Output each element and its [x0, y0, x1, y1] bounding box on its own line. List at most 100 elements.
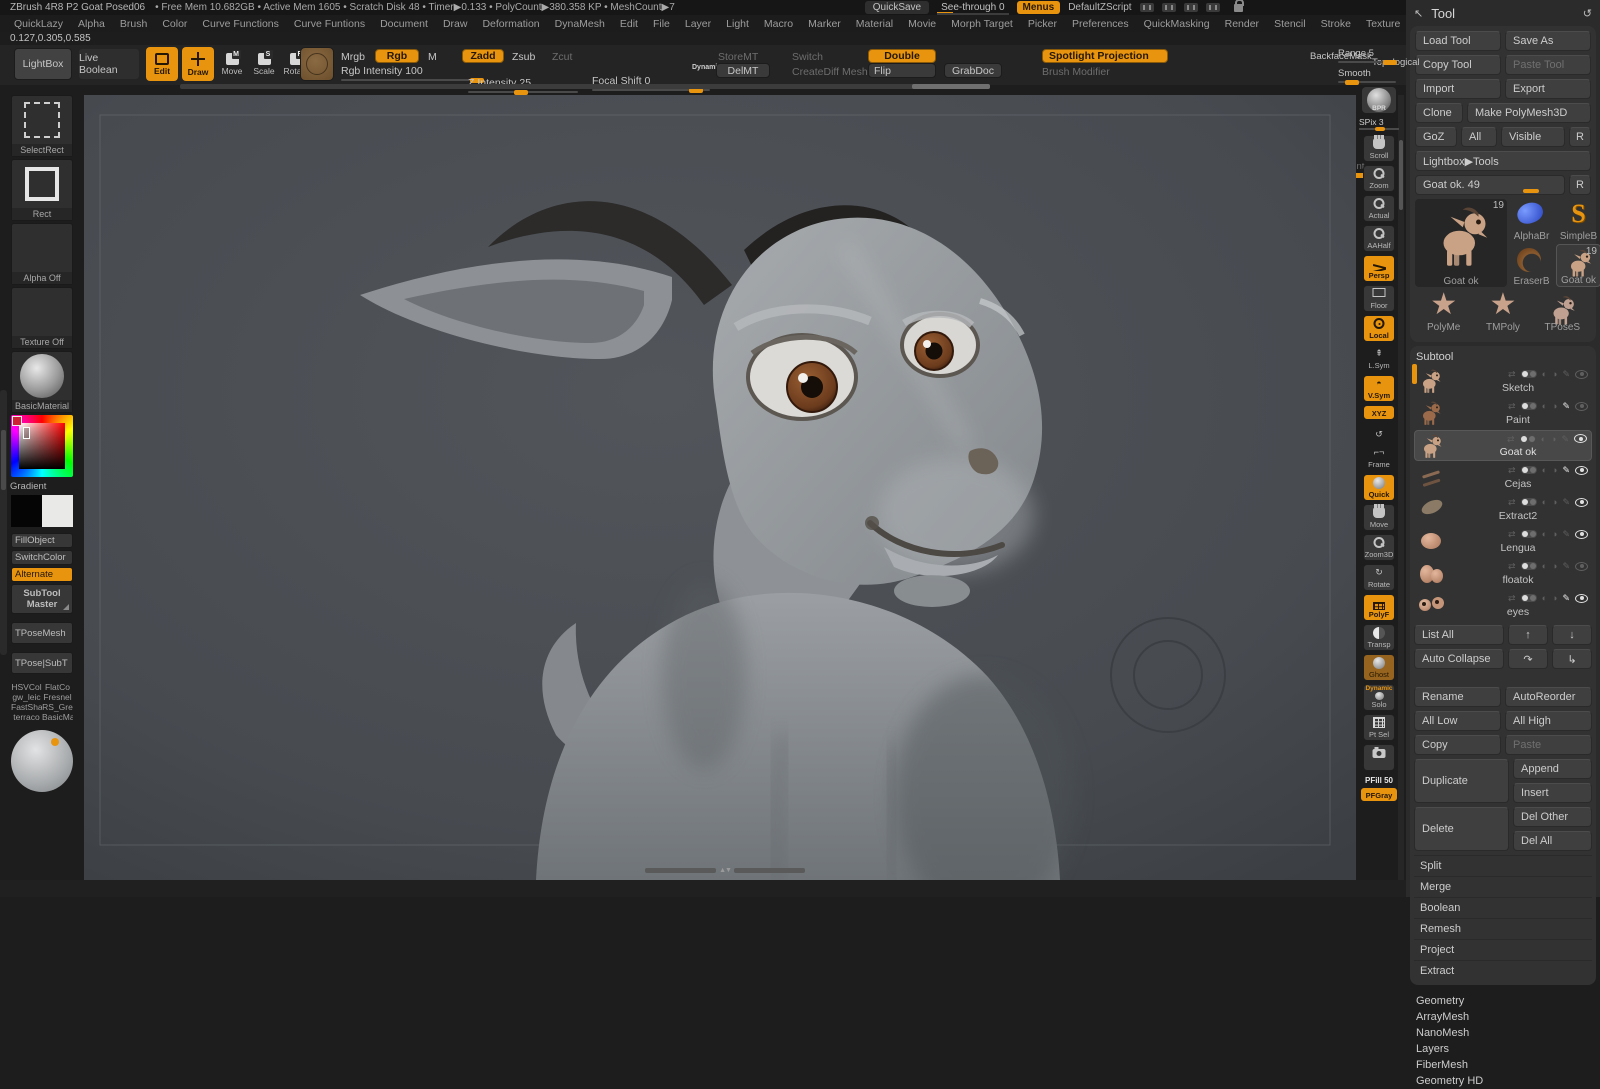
collapse-right-icon[interactable] — [1162, 3, 1176, 12]
switchcolor-button[interactable]: SwitchColor — [11, 550, 73, 565]
difference-toggle-icon[interactable]: ◑ — [1552, 529, 1557, 539]
texture-selector[interactable]: Texture Off — [11, 287, 73, 349]
spin-button[interactable]: ↺ — [1363, 423, 1395, 441]
current-brush-preview[interactable] — [300, 47, 334, 81]
tool-thumb-tmpoly[interactable]: ★ TMPoly — [1474, 291, 1531, 333]
gradient-label[interactable]: Gradient — [10, 481, 46, 492]
pfgray-button[interactable]: PFGray — [1360, 787, 1398, 802]
difference-toggle-icon[interactable]: ◑ — [1552, 401, 1557, 411]
tposemesh-button[interactable]: TPoseMesh — [11, 622, 73, 644]
menu-layer[interactable]: Layer — [685, 18, 711, 30]
menu-alpha[interactable]: Alpha — [78, 18, 105, 30]
subtool-row-eyes[interactable]: ⇄ ◐ ◑ ✎ eyes — [1414, 590, 1592, 621]
delmt-button[interactable]: DelMT — [716, 63, 770, 78]
extract-section[interactable]: Extract — [1414, 960, 1592, 981]
divider-arrows-icon[interactable]: ▲▼ — [719, 867, 731, 874]
difference-toggle-icon[interactable]: ◑ — [1551, 434, 1556, 444]
menu-quickmasking[interactable]: QuickMasking — [1144, 18, 1210, 30]
floor-button[interactable]: Floor — [1363, 285, 1395, 312]
eye-visibility-icon[interactable] — [1575, 370, 1588, 379]
collapse-panel-icon[interactable]: ↖ — [1414, 7, 1423, 20]
tposesubt-button[interactable]: TPose|SubT — [11, 652, 73, 674]
eye-visibility-icon[interactable] — [1575, 594, 1588, 603]
local-button[interactable]: Local — [1363, 315, 1395, 342]
menu-dynamesh[interactable]: DynaMesh — [555, 18, 605, 30]
frame-button[interactable]: ⌐¬Frame — [1363, 444, 1395, 471]
rgb-intensity-slider[interactable]: Rgb Intensity 100 — [341, 65, 481, 77]
difference-toggle-icon[interactable]: ◑ — [1552, 561, 1557, 571]
fibermesh-section[interactable]: FiberMesh — [1416, 1057, 1590, 1073]
goz-all-button[interactable]: All — [1461, 127, 1497, 147]
material-gw-leic[interactable]: gw_leic — [11, 692, 42, 702]
mrgb-button[interactable]: Mrgb — [341, 51, 365, 63]
lock-icon[interactable] — [1234, 4, 1243, 12]
menu-texture[interactable]: Texture — [1366, 18, 1400, 30]
rgb-button[interactable]: Rgb — [375, 49, 419, 63]
flip-visibility-icon[interactable]: ⇄ — [1508, 593, 1516, 603]
paint-toggle-icon[interactable]: ✎ — [1562, 529, 1570, 539]
difference-toggle-icon[interactable]: ◑ — [1552, 465, 1557, 475]
goz-button[interactable]: GoZ — [1415, 127, 1457, 147]
eye-visibility-icon[interactable] — [1575, 466, 1588, 475]
vsym-button[interactable]: ◓V.Sym — [1363, 375, 1395, 402]
rename-button[interactable]: Rename — [1414, 687, 1501, 707]
duplicate-arrow-button[interactable]: ↷ — [1508, 649, 1548, 669]
polypaint-toggle-icon[interactable] — [1521, 370, 1537, 378]
copy-tool-button[interactable]: Copy Tool — [1415, 55, 1501, 75]
zoom3d-button[interactable]: Zoom3D — [1363, 534, 1395, 561]
del-all-button[interactable]: Del All — [1513, 831, 1592, 851]
polypaint-toggle-icon[interactable] — [1521, 530, 1537, 538]
del-other-button[interactable]: Del Other — [1513, 807, 1592, 827]
canvas-top-divider[interactable] — [180, 84, 990, 89]
lightbox-tools-button[interactable]: Lightbox▶Tools — [1415, 151, 1591, 171]
eye-visibility-icon[interactable] — [1575, 562, 1588, 571]
flip-visibility-icon[interactable]: ⇄ — [1508, 401, 1516, 411]
menu-file[interactable]: File — [653, 18, 670, 30]
flip-visibility-icon[interactable]: ⇄ — [1507, 434, 1515, 444]
merge-section[interactable]: Merge — [1414, 876, 1592, 897]
menu-document[interactable]: Document — [380, 18, 428, 30]
subtool-row-sketch[interactable]: ⇄ ◐ ◑ ✎ Sketch — [1414, 366, 1592, 397]
uv-toggle-icon[interactable]: ◐ — [1542, 497, 1547, 507]
subtool-down-button[interactable]: ↓ — [1552, 625, 1592, 645]
menu-morph-target[interactable]: Morph Target — [951, 18, 1013, 30]
subtool-row-cejas[interactable]: ⇄ ◐ ◑ ✎ Cejas — [1414, 462, 1592, 493]
scale-mode-button[interactable]: S Scale — [248, 47, 280, 81]
menu-picker[interactable]: Picker — [1028, 18, 1057, 30]
subtool-up-button[interactable]: ↑ — [1508, 625, 1548, 645]
stroke-selector[interactable]: SelectRect — [11, 95, 73, 157]
secondary-color-swatch[interactable] — [42, 495, 73, 527]
subtool-header[interactable]: Subtool — [1414, 350, 1592, 366]
geometry-section[interactable]: Geometry — [1416, 993, 1590, 1009]
load-tool-button[interactable]: Load Tool — [1415, 31, 1501, 51]
paint-toggle-icon[interactable]: ✎ — [1561, 434, 1569, 444]
eye-visibility-icon[interactable] — [1575, 498, 1588, 507]
current-tool-thumbnail[interactable]: 19 Goat ok — [1415, 199, 1507, 287]
subtool-row-extract2[interactable]: ⇄ ◐ ◑ ✎ Extract2 — [1414, 494, 1592, 525]
duplicate-button[interactable]: Duplicate — [1414, 759, 1509, 803]
creatediff-mesh-button[interactable]: CreateDiff Mesh — [792, 66, 868, 78]
difference-toggle-icon[interactable]: ◑ — [1552, 497, 1557, 507]
zadd-button[interactable]: Zadd — [462, 49, 504, 63]
polypaint-toggle-icon[interactable] — [1521, 466, 1537, 474]
current-material-preview[interactable] — [11, 730, 73, 792]
material-basicma[interactable]: BasicMa — [42, 712, 73, 722]
grabdoc-button[interactable]: GrabDoc — [944, 63, 1002, 78]
uv-toggle-icon[interactable]: ◐ — [1542, 529, 1547, 539]
collapse-left-icon[interactable] — [1140, 3, 1154, 12]
menus-toggle[interactable]: Menus — [1017, 1, 1061, 14]
uv-toggle-icon[interactable]: ◐ — [1542, 561, 1547, 571]
menu-movie[interactable]: Movie — [908, 18, 936, 30]
edit-mode-button[interactable]: Edit — [146, 47, 178, 81]
insert-arrow-button[interactable]: ↳ — [1552, 649, 1592, 669]
smooth-slider[interactable]: Smooth — [1338, 68, 1396, 79]
spix-slider[interactable]: SPix 3 — [1359, 117, 1399, 127]
zsub-button[interactable]: Zsub — [512, 51, 535, 63]
draw-mode-button[interactable]: Draw — [182, 47, 214, 81]
geometry-hd-section[interactable]: Geometry HD — [1416, 1073, 1590, 1089]
xyz-button[interactable]: XYZ — [1363, 405, 1395, 420]
fillobject-button[interactable]: FillObject — [11, 533, 73, 548]
menu-deformation[interactable]: Deformation — [482, 18, 539, 30]
spotlight-projection-button[interactable]: Spotlight Projection — [1042, 49, 1168, 63]
tool-thumb-polymesh[interactable]: ★ PolyMe — [1415, 291, 1472, 333]
